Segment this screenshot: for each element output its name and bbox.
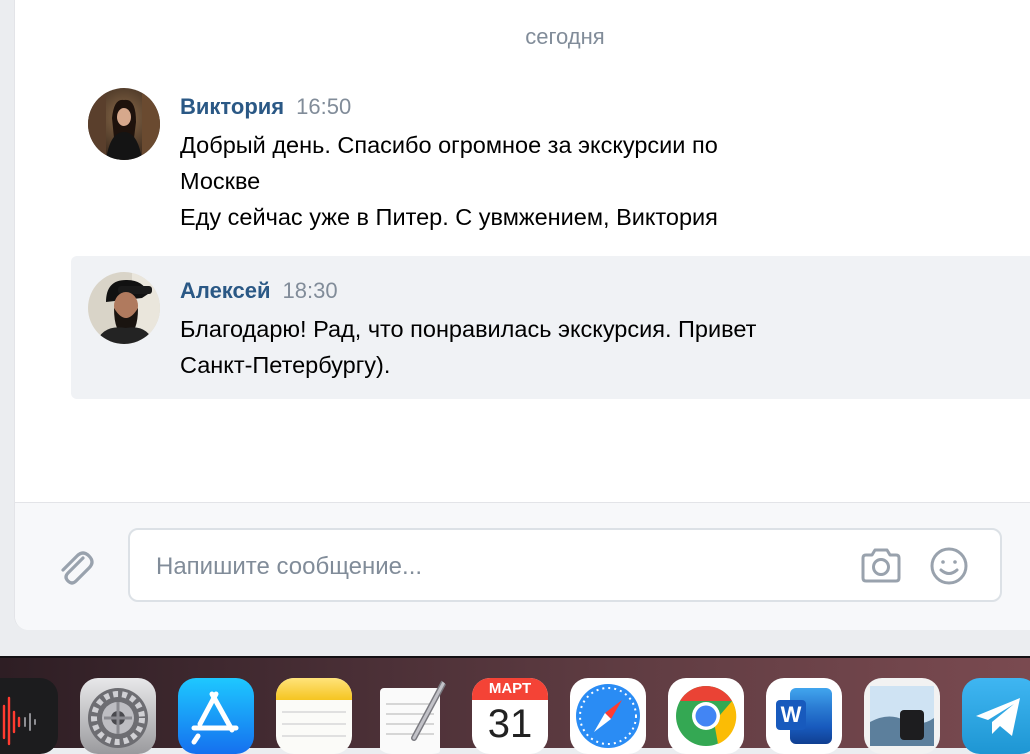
message-line: Москве — [180, 168, 261, 194]
message-author[interactable]: Алексей — [180, 278, 271, 303]
calendar-icon[interactable]: МАРТ 31 — [472, 678, 548, 754]
word-letter: W — [776, 700, 806, 730]
message-time: 18:30 — [282, 278, 338, 303]
telegram-icon[interactable] — [962, 678, 1030, 754]
calendar-day: 31 — [487, 702, 533, 746]
notes-icon[interactable] — [276, 678, 352, 754]
word-icon[interactable]: W — [766, 678, 842, 754]
messenger-window: сегодня Виктория 16:50 Добрый день. Спаси… — [14, 0, 1030, 630]
app-store-icon[interactable] — [178, 678, 254, 754]
chrome-icon[interactable] — [668, 678, 744, 754]
message-line: Добрый день. Спасибо огромное за экскурс… — [180, 132, 718, 158]
message-author[interactable]: Виктория — [180, 94, 284, 119]
emoji-icon[interactable] — [928, 545, 970, 587]
message-time: 16:50 — [296, 94, 352, 119]
calendar-month: МАРТ — [472, 678, 548, 700]
message-text: Добрый день. Спасибо огромное за экскурс… — [180, 127, 880, 235]
dock: МАРТ 31 W — [0, 658, 1030, 754]
safari-icon[interactable] — [570, 678, 646, 754]
message-item[interactable]: Виктория 16:50 Добрый день. Спасибо огром… — [71, 72, 1030, 248]
system-preferences-icon[interactable] — [80, 678, 156, 754]
message-line: Еду сейчас уже в Питер. С увмжением, Вик… — [180, 204, 718, 230]
voice-memos-icon[interactable] — [0, 678, 58, 754]
message-input[interactable] — [154, 548, 838, 586]
message-text: Благодарю! Рад, что понравилась экскурси… — [180, 311, 880, 383]
avatar[interactable] — [88, 88, 160, 160]
preview-icon[interactable] — [864, 678, 940, 754]
message-input-box[interactable] — [128, 528, 1002, 602]
message-line: Благодарю! Рад, что понравилась экскурси… — [180, 316, 757, 342]
avatar[interactable] — [88, 272, 160, 344]
textedit-icon[interactable] — [374, 678, 450, 754]
attach-icon[interactable] — [53, 544, 97, 588]
camera-icon[interactable] — [859, 546, 903, 586]
date-separator: сегодня — [525, 24, 605, 49]
message-item[interactable]: Алексей 18:30 Благодарю! Рад, что понрави… — [71, 256, 1030, 399]
message-line: Санкт-Петербургу). — [180, 352, 391, 378]
